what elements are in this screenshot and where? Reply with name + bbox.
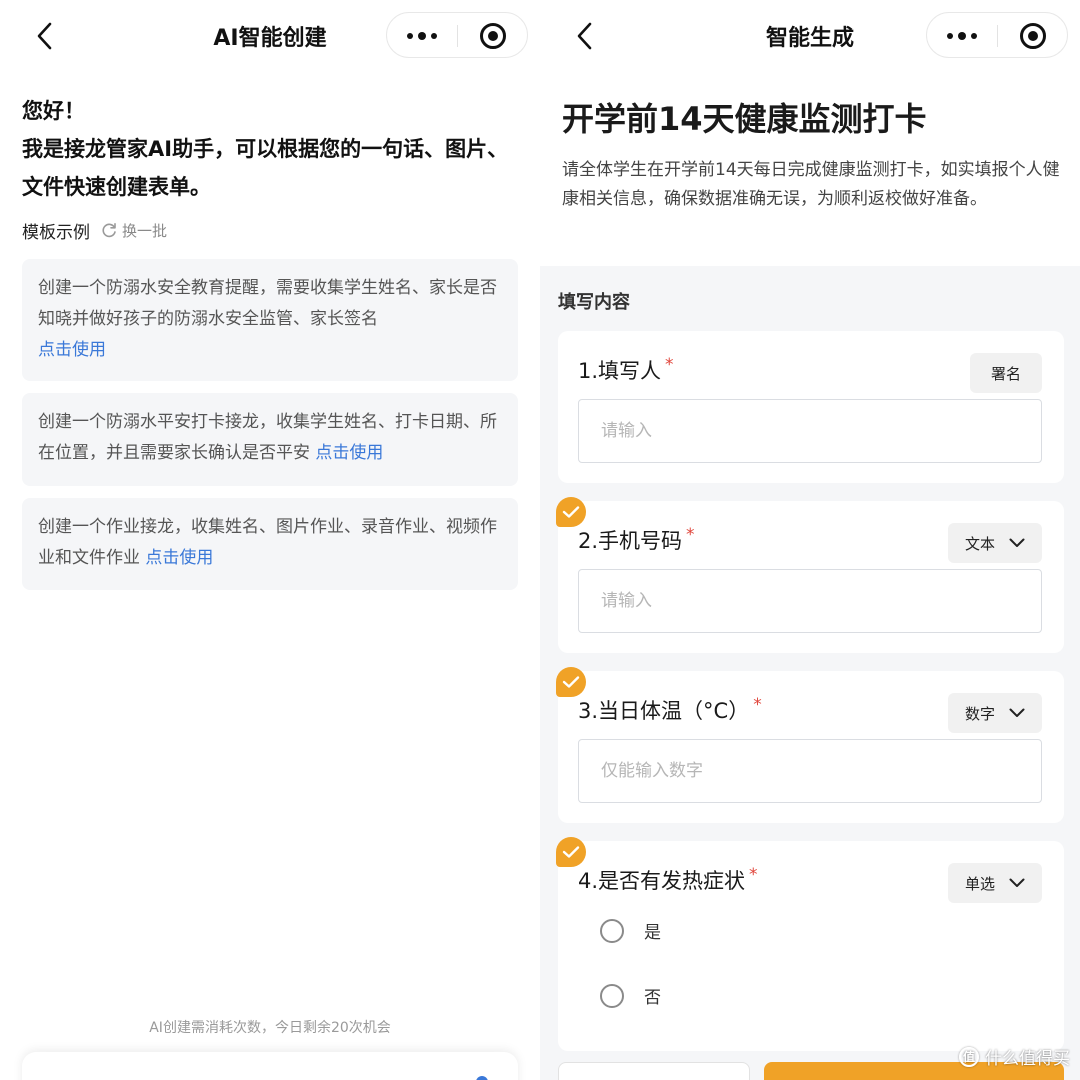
field-type-label: 单选: [964, 874, 995, 893]
nav-bar: 智能生成: [540, 0, 1080, 72]
watermark-logo-icon: 值: [959, 1046, 979, 1067]
more-dots-icon: [971, 33, 977, 39]
radio-label: 否: [644, 988, 661, 1008]
chevron-left-icon: [577, 22, 592, 50]
more-dots-icon: [947, 33, 953, 39]
more-dots-icon: [958, 32, 966, 40]
required-mark: *: [753, 695, 762, 715]
radio-option-no[interactable]: 否: [600, 983, 661, 1008]
text-input-field[interactable]: 请输入: [578, 399, 1042, 463]
prompt-input-box[interactable]: [22, 1052, 518, 1080]
greeting: 您好！ 我是接龙管家AI助手，可以根据您的一句话、图片、文件快速创建表单。: [22, 92, 520, 206]
question-title-text: 3.当日体温（°C）: [578, 699, 750, 723]
more-dots-icon: [431, 33, 437, 39]
chevron-down-icon: [1009, 538, 1025, 547]
more-dots-icon: [407, 33, 413, 39]
secondary-action-button[interactable]: [558, 1062, 750, 1080]
chevron-down-icon: [1009, 708, 1025, 717]
ai-create-screen: AI智能创建 您好！ 我是接龙管家AI助手，可以根据您的一句话、图片、文件快速创…: [0, 0, 540, 1080]
target-circle-icon: [1020, 23, 1046, 49]
radio-option-yes[interactable]: 是: [600, 918, 661, 943]
required-mark: *: [749, 865, 758, 885]
text-input-field[interactable]: 请输入: [578, 569, 1042, 633]
refresh-label: 换一批: [122, 221, 168, 240]
question-title: 2.手机号码 *: [578, 525, 695, 555]
use-template-link[interactable]: 点击使用: [145, 548, 213, 568]
template-text: 创建一个防溺水安全教育提醒，需要收集学生姓名、家长是否知晓并做好孩子的防溺水安全…: [38, 278, 497, 329]
question-card[interactable]: 1.填写人 * 署名 请输入: [558, 331, 1064, 483]
signature-type-tag[interactable]: 署名: [970, 353, 1042, 393]
greeting-hello: 您好！: [22, 99, 85, 123]
chevron-left-icon: [37, 22, 52, 50]
nav-bar: AI智能创建: [0, 0, 540, 72]
greeting-intro: 我是接龙管家AI助手，可以根据您的一句话、图片、文件快速创建表单。: [22, 137, 509, 199]
field-type-dropdown[interactable]: 数字: [948, 693, 1042, 733]
form-description[interactable]: 请全体学生在开学前14天每日完成健康监测打卡，如实填报个人健康相关信息，确保数据…: [562, 156, 1060, 214]
voice-dot-icon[interactable]: [476, 1076, 488, 1080]
radio-circle-icon: [600, 918, 624, 943]
refresh-icon: [102, 223, 116, 238]
more-menu-button[interactable]: [387, 13, 457, 59]
number-input-field[interactable]: 仅能输入数字: [578, 739, 1042, 803]
mini-program-capsule: [386, 12, 528, 58]
check-badge-icon: [556, 497, 586, 527]
question-card[interactable]: 2.手机号码 * 文本 请输入: [556, 497, 1064, 653]
template-card[interactable]: 创建一个防溺水安全教育提醒，需要收集学生姓名、家长是否知晓并做好孩子的防溺水安全…: [22, 259, 518, 381]
question-card[interactable]: 3.当日体温（°C） * 数字 仅能输入数字: [556, 667, 1064, 823]
radio-circle-icon: [600, 983, 624, 1008]
smart-generate-screen: 智能生成 开学前14天健康监测打卡 请全体学生在开学前14天每日完成健康监测打卡…: [540, 0, 1080, 1080]
form-title[interactable]: 开学前14天健康监测打卡: [562, 94, 927, 140]
more-menu-button[interactable]: [927, 13, 997, 59]
check-badge-icon: [556, 837, 586, 867]
back-button[interactable]: [570, 18, 600, 54]
more-dots-icon: [418, 32, 426, 40]
question-title-text: 2.手机号码: [578, 529, 683, 553]
close-miniprogram-button[interactable]: [458, 13, 528, 59]
field-type-label: 数字: [964, 704, 995, 723]
field-type-label: 文本: [964, 534, 995, 553]
template-header: 模板示例 换一批: [22, 216, 167, 244]
section-label: 填写内容: [558, 292, 630, 313]
required-mark: *: [665, 355, 674, 375]
template-card[interactable]: 创建一个作业接龙，收集姓名、图片作业、录音作业、视频作业和文件作业 点击使用: [22, 498, 518, 590]
chevron-down-icon: [1009, 878, 1025, 887]
template-text: 创建一个防溺水平安打卡接龙，收集学生姓名、打卡日期、所在位置，并且需要家长确认是…: [38, 412, 497, 463]
mini-program-capsule: [926, 12, 1068, 58]
use-template-link[interactable]: 点击使用: [315, 443, 383, 463]
field-type-dropdown[interactable]: 文本: [948, 523, 1042, 563]
target-circle-icon: [480, 23, 506, 49]
question-title: 4.是否有发热症状 *: [578, 865, 758, 895]
template-text: 创建一个作业接龙，收集姓名、图片作业、录音作业、视频作业和文件作业: [38, 517, 497, 568]
quota-notice: AI创建需消耗次数，今日剩余20次机会: [149, 1020, 391, 1036]
use-template-link[interactable]: 点击使用: [38, 340, 106, 360]
check-badge-icon: [556, 667, 586, 697]
template-label: 模板示例: [22, 222, 90, 243]
watermark: 值 什么值得买: [959, 1044, 1070, 1069]
question-title-text: 1.填写人: [578, 359, 662, 383]
question-title: 1.填写人 *: [578, 355, 674, 385]
close-miniprogram-button[interactable]: [998, 13, 1068, 59]
question-title: 3.当日体温（°C） *: [578, 695, 762, 725]
template-card[interactable]: 创建一个防溺水平安打卡接龙，收集学生姓名、打卡日期、所在位置，并且需要家长确认是…: [22, 393, 518, 486]
field-type-dropdown[interactable]: 单选: [948, 863, 1042, 903]
question-card[interactable]: 4.是否有发热症状 * 单选 是 否: [556, 837, 1064, 1051]
question-title-text: 4.是否有发热症状: [578, 869, 746, 893]
back-button[interactable]: [30, 18, 60, 54]
refresh-templates-button[interactable]: 换一批: [100, 220, 167, 241]
watermark-text: 什么值得买: [985, 1049, 1070, 1069]
required-mark: *: [686, 525, 695, 545]
radio-label: 是: [644, 923, 661, 943]
